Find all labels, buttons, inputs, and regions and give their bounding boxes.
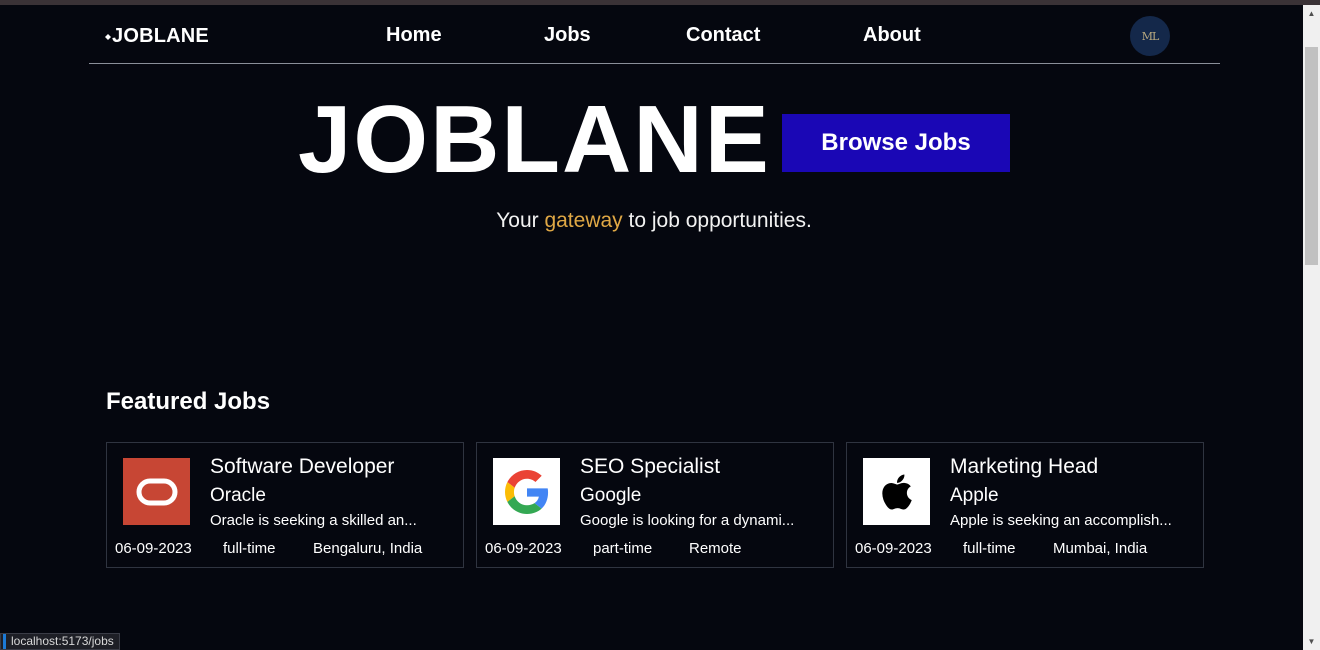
oracle-logo-icon <box>123 458 190 525</box>
brand-icon <box>105 33 111 40</box>
job-card[interactable]: Software Developer Oracle Oracle is seek… <box>106 442 464 568</box>
status-bar-url: localhost:5173/jobs <box>0 633 120 650</box>
apple-logo-shape <box>881 474 912 509</box>
job-card[interactable]: Marketing Head Apple Apple is seeking an… <box>846 442 1204 568</box>
hero-title: JOBLANE <box>298 86 771 193</box>
navbar: JOBLANE Home Jobs Contact About ML <box>89 5 1220 64</box>
job-date: 06-09-2023 <box>855 540 932 557</box>
google-logo-icon <box>493 458 560 525</box>
job-date: 06-09-2023 <box>485 540 562 557</box>
job-card[interactable]: SEO Specialist Google Google is looking … <box>476 442 834 568</box>
job-location: Mumbai, India <box>1053 540 1148 557</box>
browse-jobs-button[interactable]: Browse Jobs <box>782 114 1010 172</box>
job-title: Software Developer <box>210 455 395 478</box>
job-location: Remote <box>689 540 742 557</box>
scroll-up-icon[interactable]: ▲ <box>1303 5 1320 22</box>
job-type: part-time <box>593 540 653 557</box>
job-company: Google <box>580 485 642 506</box>
user-avatar[interactable]: ML <box>1130 16 1170 56</box>
job-date: 06-09-2023 <box>115 540 192 557</box>
page-viewport: JOBLANE Home Jobs Contact About ML JOBLA… <box>0 5 1303 650</box>
apple-logo-icon <box>863 458 930 525</box>
nav-link-about[interactable]: About <box>863 24 921 47</box>
tagline-accent: gateway <box>544 209 623 232</box>
job-company: Apple <box>950 485 999 506</box>
vertical-scrollbar[interactable]: ▲ ▼ <box>1303 5 1320 650</box>
tagline-suffix: to job opportunities. <box>622 209 812 232</box>
job-description: Apple is seeking an accomplish... <box>950 512 1172 529</box>
google-logo-shape <box>504 469 548 514</box>
oracle-logo-shape <box>136 478 177 505</box>
nav-link-home[interactable]: Home <box>386 24 442 47</box>
avatar-initials: ML <box>1141 29 1160 43</box>
nav-link-contact[interactable]: Contact <box>686 24 760 47</box>
brand-name: JOBLANE <box>112 25 209 47</box>
hero-tagline: Your gateway to job opportunities. <box>0 209 1303 233</box>
job-type: full-time <box>223 540 276 557</box>
scroll-down-icon[interactable]: ▼ <box>1303 633 1320 650</box>
job-company: Oracle <box>210 485 266 506</box>
job-title: SEO Specialist <box>580 455 721 478</box>
nav-link-jobs[interactable]: Jobs <box>544 24 591 47</box>
job-type: full-time <box>963 540 1016 557</box>
tagline-prefix: Your <box>496 209 545 232</box>
job-description: Google is looking for a dynami... <box>580 512 795 529</box>
job-description: Oracle is seeking a skilled an... <box>210 512 417 529</box>
job-title: Marketing Head <box>950 455 1099 478</box>
featured-jobs-heading: Featured Jobs <box>106 388 271 415</box>
job-location: Bengaluru, India <box>313 540 423 557</box>
scrollbar-thumb[interactable] <box>1305 47 1318 265</box>
brand-logo[interactable]: JOBLANE <box>105 25 209 48</box>
